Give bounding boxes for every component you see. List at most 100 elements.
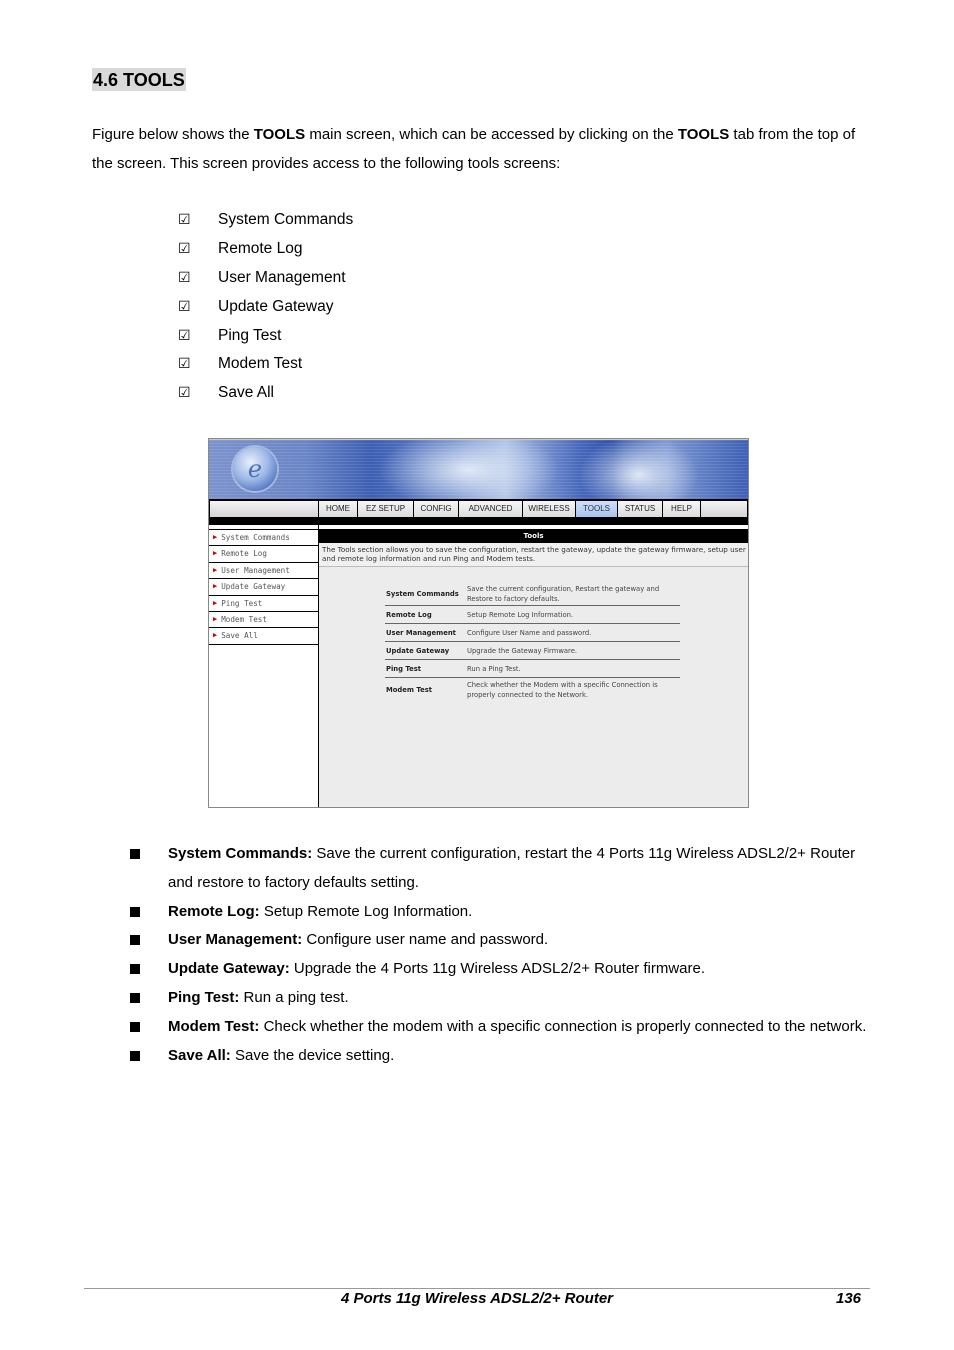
checklist-label: User Management [218,268,346,286]
tab-tools[interactable]: TOOLS [575,501,617,517]
checkbox-icon: ☑ [178,298,191,315]
tool-name[interactable]: Remote Log [385,611,467,619]
bullet-square-icon [130,926,168,955]
arrow-icon: ▶ [213,598,218,607]
sidebar-item-save-all[interactable]: ▶ Save All [209,628,318,645]
bullet-text: Configure user name and password. [302,931,549,949]
bullet-item: Ping Test: Run a ping test. [130,984,870,1013]
tools-description-list: System Commands: Save the current config… [130,840,870,1070]
checklist-label: Ping Test [218,326,282,344]
footer-title: 4 Ports 11g Wireless ADSL2/2+ Router [340,1290,614,1307]
bullet-square-icon [130,1042,168,1071]
panel-title: Tools [319,529,748,543]
sidebar-item-system-commands[interactable]: ▶ System Commands [209,530,318,547]
nav-bar: HOME EZ SETUP CONFIG ADVANCED WIRELESS T… [209,499,748,519]
checkbox-icon: ☑ [178,269,191,286]
bullet-square-icon [130,955,168,984]
bullet-text: Upgrade the 4 Ports 11g Wireless ADSL2/2… [289,960,706,978]
tool-name[interactable]: Ping Test [385,665,467,673]
sidebar-item-remote-log[interactable]: ▶ Remote Log [209,546,318,563]
sidebar-item-label: Remote Log [221,549,267,559]
tools-panel: Tools The Tools section allows you to sa… [319,525,748,807]
sidebar-item-update-gateway[interactable]: ▶ Update Gateway [209,579,318,596]
table-row: Ping Test Run a Ping Test. [385,660,680,678]
checkbox-icon: ☑ [178,385,191,402]
sidebar-item-label: User Management [221,565,290,575]
bullet-term: User Management: [168,931,303,949]
tab-divider [700,501,701,517]
tab-advanced[interactable]: ADVANCED [458,501,522,517]
panel-description: The Tools section allows you to save the… [319,543,748,568]
sidebar-item-label: Ping Test [221,598,263,608]
table-row: User Management Configure User Name and p… [385,624,680,642]
tab-home[interactable]: HOME [318,501,357,517]
sidebar-item-label: System Commands [221,533,290,542]
tool-name[interactable]: Modem Test [385,686,467,694]
tool-name[interactable]: Update Gateway [385,647,467,655]
checklist-item: ☑ Remote Log [178,235,353,264]
tab-wireless[interactable]: WIRELESS [522,501,575,517]
checklist-label: Update Gateway [218,297,334,315]
bullet-term: Save All: [168,1046,231,1064]
bullet-term: Ping Test: [168,988,240,1006]
checklist-label: Remote Log [218,240,303,258]
tool-name[interactable]: User Management [385,629,467,637]
checklist-label: Save All [218,384,275,402]
tools-checklist: ☑ System Commands ☑ Remote Log ☑ User Manag… [178,206,353,408]
tool-description: Configure User Name and password. [467,628,592,637]
bullet-text: Check whether the modem with a specific … [259,1017,867,1035]
bullet-term: Update Gateway: [168,960,290,978]
checklist-label: Modem Test [218,355,303,373]
bullet-square-icon [130,898,168,927]
tab-ez-setup[interactable]: EZ SETUP [357,501,413,517]
tools-sidebar: ▶ System Commands ▶ Remote Log ▶ User Manag… [209,525,319,807]
sidebar-item-user-management[interactable]: ▶ User Management [209,563,318,580]
bullet-item: System Commands: Save the current config… [130,840,870,898]
logo-icon: e [233,447,277,491]
banner: e [209,439,748,500]
arrow-icon: ▶ [213,582,218,591]
page-number: 136 [836,1290,862,1307]
arrow-icon: ▶ [213,533,218,541]
sidebar-item-ping-test[interactable]: ▶ Ping Test [209,596,318,612]
bullet-text: Save the device setting. [230,1046,395,1064]
table-row: Update Gateway Upgrade the Gateway Firmwa… [385,642,680,660]
table-row: Modem Test Check whether the Modem with a… [385,678,680,702]
table-row: Remote Log Setup Remote Log Information. [385,606,680,624]
tab-help[interactable]: HELP [662,501,700,517]
arrow-icon: ▶ [213,565,218,574]
tab-config[interactable]: CONFIG [413,501,458,517]
bullet-item: Remote Log: Setup Remote Log Information… [130,898,870,927]
bullet-term: System Commands: [168,845,313,862]
bullet-square-icon [130,984,168,1013]
bullet-square-icon [130,1013,168,1042]
intro-bold: TOOLS [677,126,730,143]
checkbox-icon: ☑ [178,241,191,258]
tool-description: Upgrade the Gateway Firmware. [467,646,578,655]
checkbox-icon: ☑ [178,356,191,373]
bullet-item: User Management: Configure user name and… [130,926,870,955]
tool-description: Check whether the Modem with a specific … [467,681,658,699]
checkbox-icon: ☑ [178,327,191,344]
tab-status[interactable]: STATUS [617,501,662,517]
checklist-label: System Commands [218,211,354,229]
tool-name[interactable]: System Commands [385,590,467,598]
router-ui-screenshot: e HOME EZ SETUP CONFIG ADVANCED WIRELESS… [208,438,749,808]
tools-table: System Commands Save the current configur… [385,583,680,702]
sidebar-item-modem-test[interactable]: ▶ Modem Test [209,612,318,629]
tool-description: Run a Ping Test. [467,664,521,673]
bullet-text: Run a ping test. [239,988,349,1006]
arrow-icon: ▶ [213,614,218,623]
section-heading: 4.6 TOOLS [92,68,186,91]
sidebar-item-label: Update Gateway [221,582,286,592]
intro-paragraph: Figure below shows the TOOLS main screen… [92,120,872,178]
checklist-item: ☑ Update Gateway [178,292,353,321]
checklist-item: ☑ System Commands [178,206,353,235]
bullet-item: Update Gateway: Upgrade the 4 Ports 11g … [130,955,870,984]
arrow-icon: ▶ [213,549,218,558]
bullet-item: Modem Test: Check whether the modem with… [130,1013,870,1042]
checkbox-icon: ☑ [178,212,191,229]
sidebar-item-label: Modem Test [221,614,267,624]
arrow-icon: ▶ [213,631,218,640]
tool-description: Setup Remote Log Information. [467,610,574,619]
